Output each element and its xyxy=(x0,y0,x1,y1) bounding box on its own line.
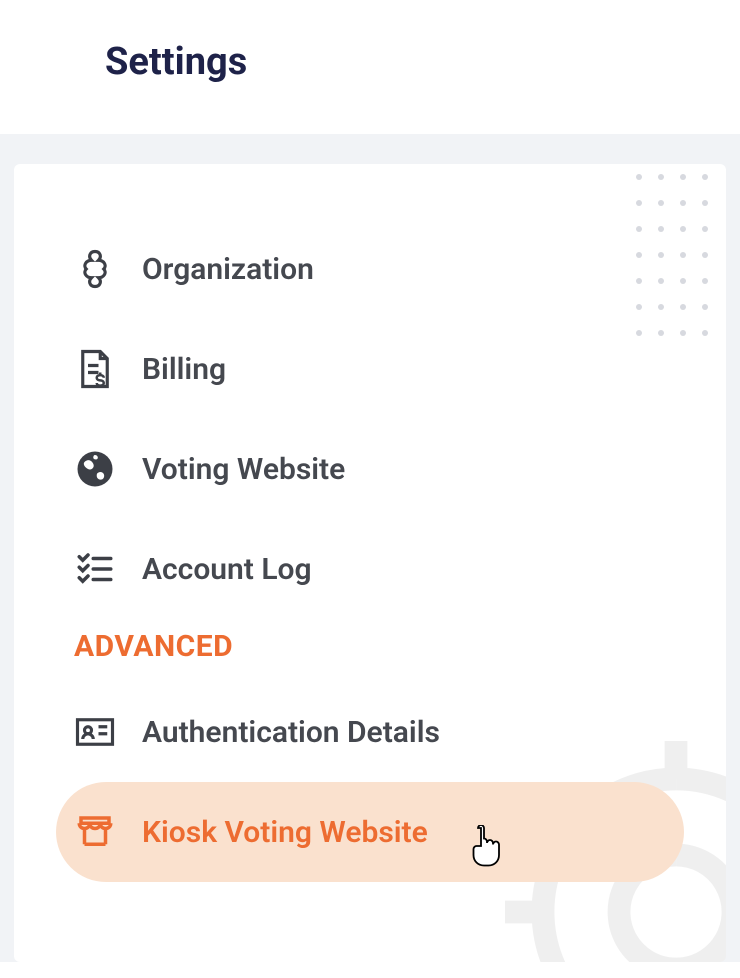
content-wrapper: Organization Billing V xyxy=(0,134,740,962)
billing-icon xyxy=(74,348,116,390)
menu-label: Authentication Details xyxy=(142,715,440,750)
menu-item-account-log[interactable]: Account Log xyxy=(14,519,726,619)
settings-card: Organization Billing V xyxy=(14,164,726,962)
organization-icon xyxy=(74,248,116,290)
globe-icon xyxy=(74,448,116,490)
menu-label: Billing xyxy=(142,352,226,387)
menu-item-organization[interactable]: Organization xyxy=(14,219,726,319)
id-card-icon xyxy=(74,711,116,753)
menu-label: Voting Website xyxy=(142,452,345,487)
menu-item-auth-details[interactable]: Authentication Details xyxy=(14,682,726,782)
storefront-icon xyxy=(74,811,116,853)
menu-item-billing[interactable]: Billing xyxy=(14,319,726,419)
menu-item-kiosk-voting[interactable]: Kiosk Voting Website xyxy=(56,782,684,882)
section-header-advanced: ADVANCED xyxy=(14,619,726,682)
settings-menu: Organization Billing V xyxy=(14,219,726,882)
menu-label: Organization xyxy=(142,252,314,287)
menu-item-voting-website[interactable]: Voting Website xyxy=(14,419,726,519)
menu-label: Kiosk Voting Website xyxy=(142,815,428,850)
checklist-icon xyxy=(74,548,116,590)
page-title: Settings xyxy=(105,40,740,84)
menu-label: Account Log xyxy=(142,552,312,587)
pointer-cursor-icon xyxy=(469,825,505,867)
page-header: Settings xyxy=(0,0,740,134)
